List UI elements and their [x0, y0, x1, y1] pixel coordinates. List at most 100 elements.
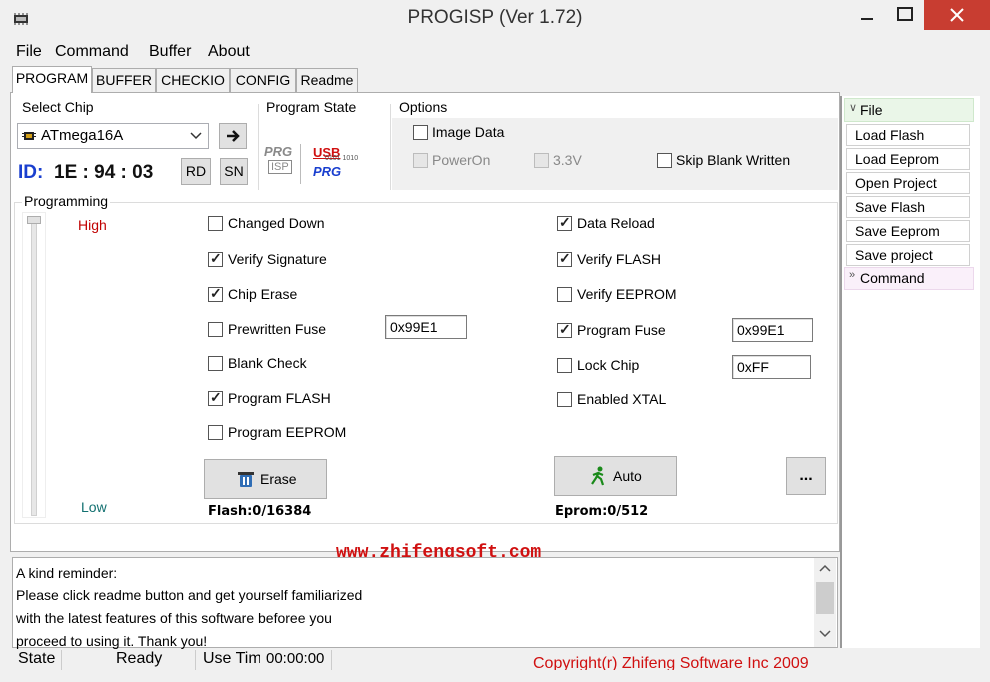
menu-about[interactable]: About — [208, 43, 250, 61]
sidebar-file-header[interactable]: ∨ File — [844, 98, 974, 122]
speed-low-label: Low — [81, 499, 107, 515]
maximize-button[interactable] — [886, 0, 924, 30]
check-icon: ✓ — [210, 285, 222, 301]
minimize-icon — [861, 18, 873, 20]
power-on-checkbox[interactable] — [413, 153, 428, 168]
changed-down-label: Changed Down — [228, 215, 325, 231]
options-label: Options — [399, 99, 448, 115]
verify-signature-label: Verify Signature — [228, 251, 327, 267]
scroll-up-icon[interactable] — [819, 564, 831, 572]
status-ready: Ready — [62, 650, 196, 670]
program-state-label: Program State — [266, 99, 357, 115]
sidebar-command-header[interactable]: » Command — [844, 267, 974, 290]
copyright: Copyright(r) Zhifeng Software Inc 2009 — [533, 655, 809, 670]
sidebar-command-label: Command — [860, 270, 925, 286]
close-button[interactable] — [924, 0, 990, 30]
group-divider — [390, 104, 391, 190]
open-project-button[interactable]: Open Project — [846, 172, 970, 194]
state-divider — [300, 144, 301, 184]
log-line: A kind reminder: — [16, 565, 118, 581]
verify-signature-checkbox[interactable]: ✓ — [208, 250, 223, 267]
chip-erase-label: Chip Erase — [228, 286, 298, 302]
program-flash-checkbox[interactable]: ✓ — [208, 389, 223, 406]
blank-check-checkbox[interactable] — [208, 356, 223, 371]
scroll-down-icon[interactable] — [819, 630, 831, 638]
check-icon: ✓ — [559, 250, 571, 266]
rd-button[interactable]: RD — [181, 158, 211, 185]
data-reload-label: Data Reload — [577, 215, 655, 231]
chip-erase-checkbox[interactable]: ✓ — [208, 285, 223, 302]
speed-high-label: High — [78, 217, 107, 233]
v33-checkbox[interactable] — [534, 153, 549, 168]
enabled-xtal-checkbox[interactable] — [557, 392, 572, 407]
scroll-thumb[interactable] — [816, 582, 834, 614]
more-button[interactable]: ... — [786, 457, 826, 495]
changed-down-checkbox[interactable] — [208, 216, 223, 231]
data-reload-checkbox[interactable]: ✓ — [557, 214, 572, 231]
chip-icon — [22, 132, 36, 140]
check-icon: ✓ — [210, 250, 222, 266]
program-eeprom-checkbox[interactable] — [208, 425, 223, 440]
log-scrollbar[interactable] — [814, 558, 836, 647]
window-title: PROGISP (Ver 1.72) — [407, 7, 583, 28]
minimize-button[interactable] — [848, 0, 886, 30]
load-flash-button[interactable]: Load Flash — [846, 124, 970, 146]
tab-config[interactable]: CONFIG — [230, 68, 296, 92]
chip-select[interactable]: ATmega16A — [17, 123, 209, 149]
prewritten-fuse-field[interactable]: 0x99E1 — [385, 315, 467, 339]
lock-chip-checkbox[interactable] — [557, 358, 572, 373]
erase-button[interactable]: Erase — [204, 459, 327, 499]
skip-blank-checkbox[interactable] — [657, 153, 672, 168]
select-chip-go-button[interactable] — [219, 123, 247, 149]
chip-select-value: ATmega16A — [41, 127, 124, 144]
sn-button[interactable]: SN — [220, 158, 248, 185]
check-icon: ✓ — [559, 321, 571, 337]
load-eeprom-button[interactable]: Load Eeprom — [846, 148, 970, 170]
tab-program[interactable]: PROGRAM — [12, 66, 92, 93]
prewritten-fuse-checkbox[interactable] — [208, 322, 223, 337]
usb-bits: 0101 1010 — [325, 155, 359, 162]
menu-buffer[interactable]: Buffer — [149, 43, 191, 61]
isp-icon: ISP — [268, 160, 292, 174]
status-state: State — [12, 650, 62, 670]
program-fuse-field[interactable]: 0x99E1 — [732, 318, 813, 342]
auto-button[interactable]: Auto — [554, 456, 677, 496]
program-eeprom-label: Program EEPROM — [228, 424, 347, 440]
arrow-right-icon — [227, 130, 240, 142]
image-data-checkbox[interactable] — [413, 125, 428, 140]
speed-slider-thumb[interactable] — [27, 216, 41, 224]
tab-buffer[interactable]: BUFFER — [92, 68, 156, 92]
verify-eeprom-label: Verify EEPROM — [577, 286, 677, 302]
prg-label: PRG — [264, 144, 293, 159]
check-icon: ✓ — [559, 214, 571, 230]
chip-id-value: 1E : 94 : 03 — [54, 162, 154, 183]
verify-flash-label: Verify FLASH — [577, 251, 662, 267]
close-icon — [950, 8, 964, 22]
verify-eeprom-checkbox[interactable] — [557, 287, 572, 302]
chevron-down-icon — [190, 132, 202, 140]
save-flash-button[interactable]: Save Flash — [846, 196, 970, 218]
program-fuse-label: Program Fuse — [577, 322, 666, 338]
log-line: proceed to using it. Thank you! — [16, 633, 208, 649]
tab-readme[interactable]: Readme — [296, 68, 358, 92]
enabled-xtal-label: Enabled XTAL — [577, 391, 667, 407]
image-data-label: Image Data — [432, 124, 505, 140]
save-project-button[interactable]: Save project — [846, 244, 970, 266]
program-fuse-checkbox[interactable]: ✓ — [557, 321, 572, 338]
group-divider — [258, 104, 259, 190]
usb-prg-label: PRG — [313, 164, 342, 179]
log-line: Please click readme button and get yours… — [16, 587, 363, 603]
use-time-value: 00:00:00 — [262, 650, 332, 670]
tab-checkio[interactable]: CHECKIO — [156, 68, 230, 92]
lock-chip-label: Lock Chip — [577, 357, 640, 373]
verify-flash-checkbox[interactable]: ✓ — [557, 250, 572, 267]
v33-label: 3.3V — [553, 152, 582, 168]
skip-blank-label: Skip Blank Written — [676, 152, 791, 168]
programming-group — [14, 202, 838, 524]
power-on-label: PowerOn — [432, 152, 491, 168]
blank-check-label: Blank Check — [228, 355, 307, 371]
menu-command[interactable]: Command — [55, 43, 129, 61]
save-eeprom-button[interactable]: Save Eeprom — [846, 220, 970, 242]
lock-chip-field[interactable]: 0xFF — [732, 355, 811, 379]
menu-file[interactable]: File — [16, 43, 42, 61]
